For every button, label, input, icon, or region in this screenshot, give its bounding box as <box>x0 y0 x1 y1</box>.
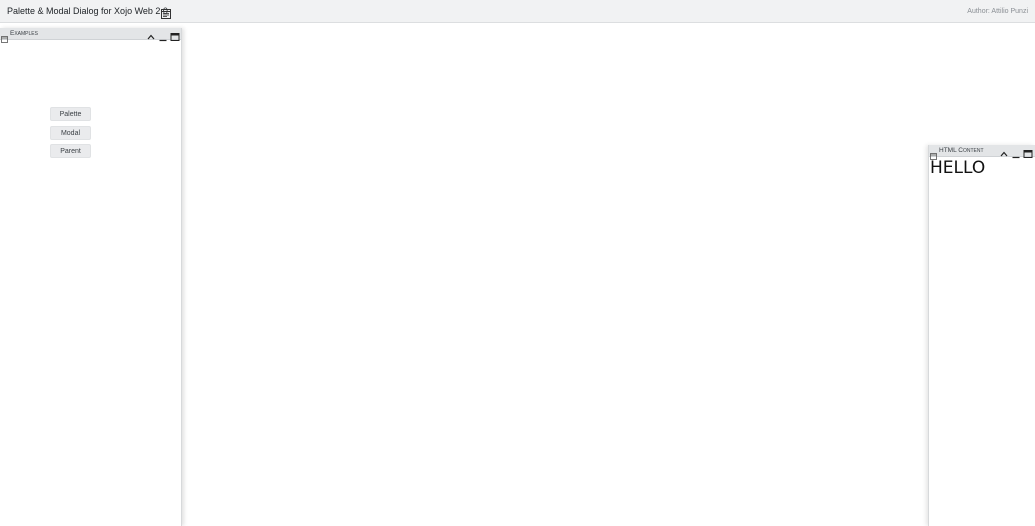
author-label: Author: Attilio Punzi <box>967 8 1028 15</box>
examples-panel-title: Examples <box>10 30 38 37</box>
document-list-icon[interactable] <box>161 6 171 19</box>
app-header: Palette & Modal Dialog for Xojo Web 2.0 … <box>0 0 1035 23</box>
collapse-icon[interactable] <box>999 146 1009 157</box>
html-content-panel: HTML Content HELLO <box>928 145 1035 526</box>
examples-panel: Examples Palette Modal Parent <box>0 28 182 526</box>
minimize-icon[interactable] <box>1011 146 1021 159</box>
maximize-icon[interactable] <box>170 29 180 41</box>
app-title: Palette & Modal Dialog for Xojo Web 2.0 <box>7 6 168 16</box>
modal-button[interactable]: Modal <box>50 126 91 140</box>
parent-button[interactable]: Parent <box>50 144 91 158</box>
window-icon <box>930 147 937 160</box>
maximize-icon[interactable] <box>1023 146 1033 158</box>
palette-button[interactable]: Palette <box>50 107 91 121</box>
html-content-panel-title: HTML Content <box>939 147 984 154</box>
examples-panel-titlebar[interactable]: Examples <box>0 28 181 43</box>
html-content-text: HELLO <box>930 158 986 178</box>
window-icon <box>1 30 8 43</box>
collapse-icon[interactable] <box>146 29 156 40</box>
minimize-icon[interactable] <box>158 29 168 42</box>
html-content-panel-titlebar[interactable]: HTML Content <box>929 145 1035 160</box>
